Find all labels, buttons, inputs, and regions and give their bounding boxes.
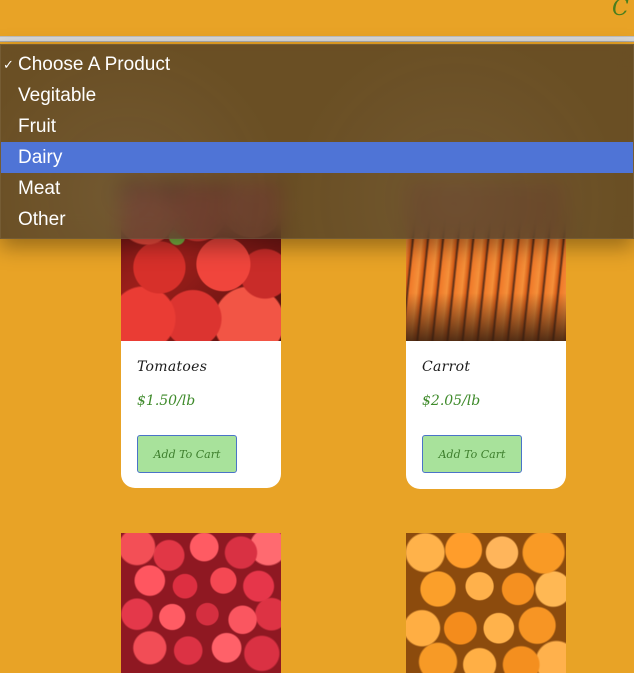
product-name: Tomatoes [137, 359, 208, 375]
dropdown-option-label: Dairy [18, 147, 63, 168]
product-card-strawberries [121, 533, 281, 673]
dropdown-option-label: Vegitable [18, 85, 97, 106]
product-price: $2.05/lb [422, 393, 481, 409]
product-category-select[interactable] [0, 36, 634, 42]
dropdown-option-label: Other [18, 209, 66, 230]
dropdown-option-other[interactable]: Other [1, 204, 633, 235]
product-card-oranges [406, 533, 566, 673]
add-to-cart-button[interactable]: Add To Cart [137, 435, 237, 473]
add-to-cart-button[interactable]: Add To Cart [422, 435, 522, 473]
product-price: $1.50/lb [137, 393, 196, 409]
product-category-dropdown[interactable]: ✓ Choose A Product Vegitable Fruit Dairy… [0, 44, 634, 239]
dropdown-option-fruit[interactable]: Fruit [1, 111, 633, 142]
dropdown-option-label: Fruit [18, 116, 56, 137]
dropdown-option-meat[interactable]: Meat [1, 173, 633, 204]
dropdown-option-choose-a-product[interactable]: ✓ Choose A Product [1, 49, 633, 80]
brand-logo-fragment: C [612, 0, 629, 21]
product-page: C Tomatoes $1.50/lb Add To Cart Carrot $… [0, 0, 634, 673]
dropdown-option-vegitable[interactable]: Vegitable [1, 80, 633, 111]
dropdown-option-dairy[interactable]: Dairy [1, 142, 633, 173]
dropdown-option-label: Meat [18, 178, 61, 199]
card-body: Carrot $2.05/lb Add To Cart [406, 341, 566, 489]
product-name: Carrot [422, 359, 471, 375]
card-body: Tomatoes $1.50/lb Add To Cart [121, 341, 281, 488]
oranges-photo [406, 533, 566, 673]
strawberries-photo [121, 533, 281, 673]
dropdown-option-label: Choose A Product [18, 54, 171, 75]
checkmark-icon: ✓ [3, 57, 14, 72]
